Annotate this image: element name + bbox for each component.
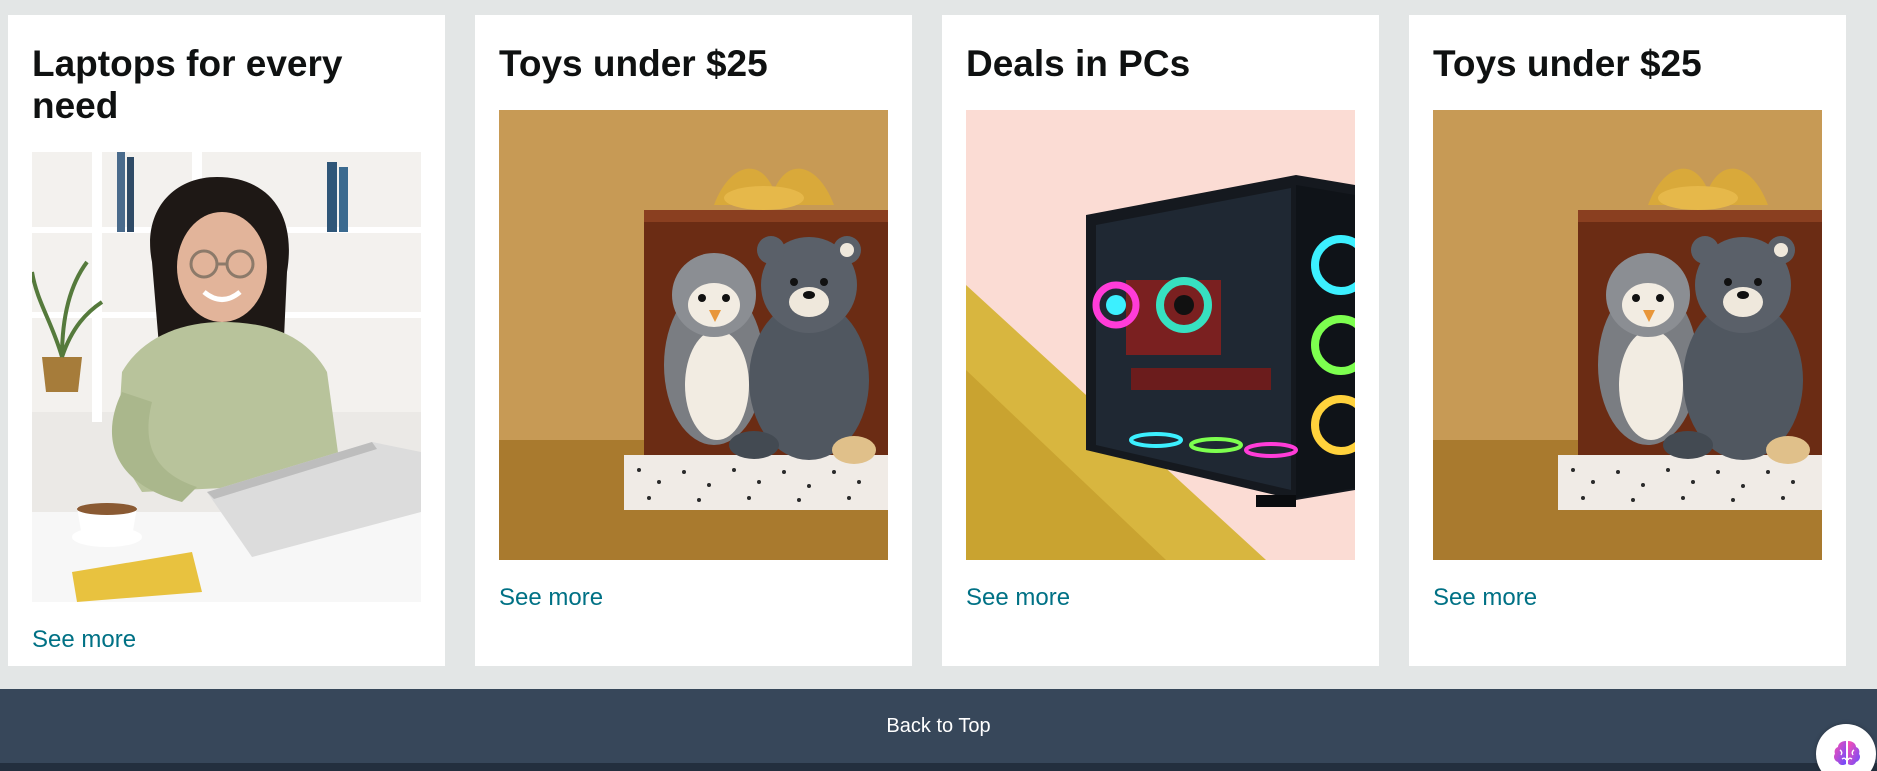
back-to-top-button[interactable]: Back to Top bbox=[0, 689, 1877, 763]
product-card-grid: Laptops for every need See more Toys und… bbox=[0, 0, 1877, 666]
card-deals-in-pcs: Deals in PCs See more bbox=[942, 15, 1379, 666]
card-image-laptop-woman[interactable] bbox=[32, 152, 421, 602]
card-image-plush-toys[interactable] bbox=[1433, 110, 1822, 560]
footer-bar bbox=[0, 763, 1877, 771]
card-laptops: Laptops for every need See more bbox=[8, 15, 445, 666]
card-title: Toys under $25 bbox=[499, 43, 768, 84]
back-to-top-label: Back to Top bbox=[886, 715, 991, 737]
see-more-link[interactable]: See more bbox=[966, 584, 1070, 612]
see-more-link[interactable]: See more bbox=[499, 584, 603, 612]
page: Laptops for every need See more Toys und… bbox=[0, 0, 1877, 771]
card-title: Deals in PCs bbox=[966, 43, 1191, 84]
see-more-link[interactable]: See more bbox=[32, 626, 136, 654]
card-toys-under-25: Toys under $25 See more bbox=[1409, 15, 1846, 666]
card-image-plush-toys[interactable] bbox=[499, 110, 888, 560]
card-toys-under-25: Toys under $25 See more bbox=[475, 15, 912, 666]
card-image-gaming-pc[interactable] bbox=[966, 110, 1355, 560]
card-title: Laptops for every need bbox=[32, 43, 343, 126]
see-more-link[interactable]: See more bbox=[1433, 584, 1537, 612]
card-title: Toys under $25 bbox=[1433, 43, 1702, 84]
